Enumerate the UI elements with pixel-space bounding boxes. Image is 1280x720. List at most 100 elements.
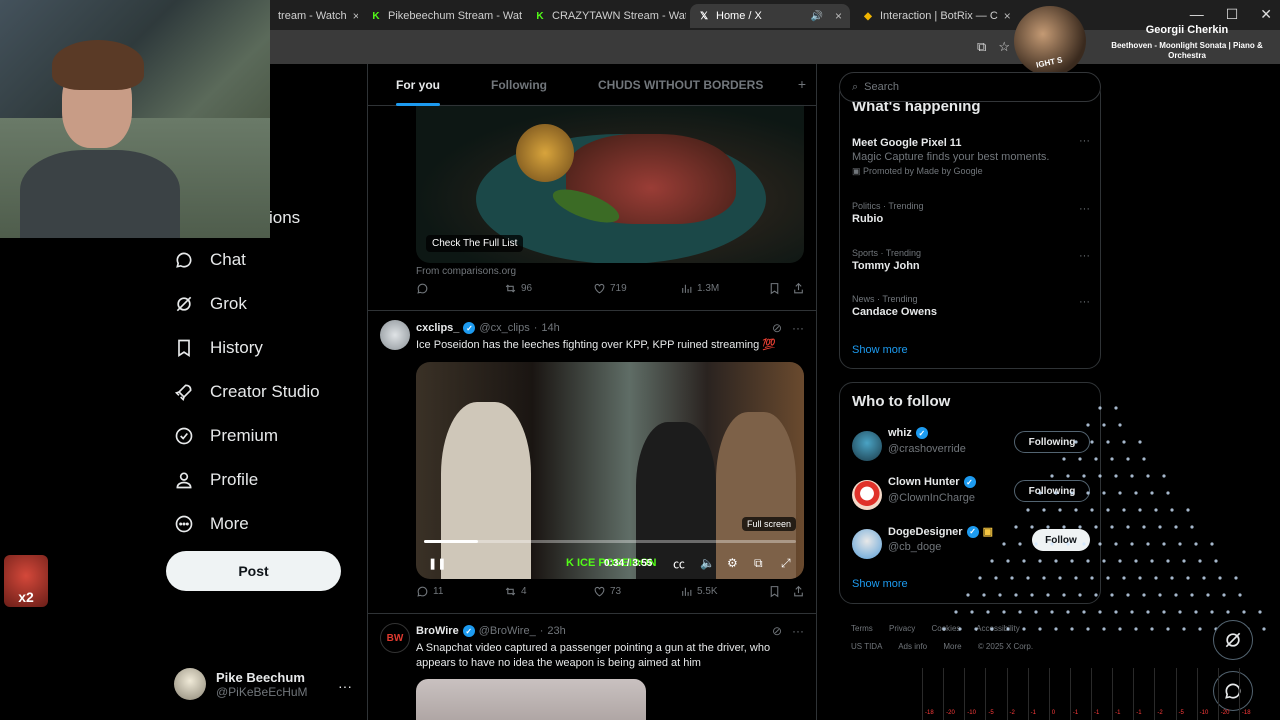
add-tab-icon[interactable]: +	[798, 76, 806, 92]
bookmark-star-icon[interactable]: ☆	[998, 39, 1010, 55]
share-icon[interactable]	[792, 585, 805, 598]
following-button[interactable]: Following	[1014, 431, 1090, 453]
show-more-link[interactable]: Show more	[852, 344, 908, 356]
retweet-button[interactable]: 96	[504, 282, 532, 295]
footer-link[interactable]: Privacy	[889, 624, 915, 633]
sidebar-item-premium[interactable]: Premium	[174, 426, 278, 446]
bookmark-icon[interactable]	[768, 282, 781, 295]
trend-item[interactable]: Meet Google Pixel 11 Magic Capture finds…	[852, 135, 1090, 177]
browser-tab[interactable]: K CRAZYTAWN Stream - Watc ×	[526, 4, 686, 28]
share-icon[interactable]	[792, 282, 805, 295]
reply-button[interactable]: 11	[416, 585, 443, 598]
fullscreen-icon[interactable]: ⤢	[781, 556, 791, 571]
decor-dot	[1150, 559, 1154, 563]
account-switcher[interactable]: Pike Beechum @PiKeBeEcHuM	[174, 668, 308, 700]
avatar[interactable]	[852, 529, 882, 559]
browser-tab[interactable]: ◆ Interaction | BotRix — C ×	[854, 4, 1014, 28]
footer-link[interactable]: More	[943, 642, 961, 651]
sidebar-item-chat[interactable]: Chat	[174, 250, 246, 270]
more-dots-icon[interactable]: ···	[792, 624, 804, 638]
tab-for-you[interactable]: For you	[382, 64, 454, 106]
grok-float-button[interactable]	[1213, 620, 1253, 660]
trend-item[interactable]: Sports · Trending Tommy John ···	[852, 248, 1090, 272]
reply-icon[interactable]	[416, 282, 429, 295]
bookmark-icon[interactable]	[768, 585, 781, 598]
video-progress-bar[interactable]	[424, 540, 796, 543]
tab-close-icon[interactable]: ×	[353, 9, 358, 23]
trend-item[interactable]: Politics · Trending Rubio ···	[852, 201, 1090, 225]
user-name: whiz	[888, 427, 912, 439]
footer-link[interactable]: Cookies	[931, 624, 960, 633]
more-dots-icon[interactable]: ···	[1079, 203, 1090, 215]
tweet-author-name[interactable]: cxclips_	[416, 322, 459, 334]
more-dots-icon[interactable]: ···	[1079, 296, 1090, 308]
browser-tab[interactable]: tream - Watch ×	[270, 4, 358, 28]
views-button[interactable]: 5.5K	[680, 585, 718, 598]
show-more-link[interactable]: Show more	[852, 578, 908, 590]
footer-link[interactable]: Ads info	[898, 642, 927, 651]
more-dots-icon[interactable]: ···	[1079, 250, 1090, 262]
browser-tab[interactable]: K Pikebeechum Stream - Watc ×	[362, 4, 522, 28]
cast-icon[interactable]: ⧉	[977, 39, 986, 55]
ad-source-link[interactable]: From comparisons.org	[416, 266, 516, 277]
speaker-icon[interactable]: 🔊	[811, 11, 823, 22]
settings-gear-icon[interactable]: ⚙	[727, 556, 738, 570]
more-dots-icon[interactable]: ···	[1079, 135, 1090, 147]
tweet-media-image[interactable]	[416, 679, 646, 720]
decor-dot	[1150, 491, 1154, 495]
pip-icon[interactable]: ⧉	[754, 556, 763, 571]
avatar[interactable]	[380, 320, 410, 350]
tweet-author-handle[interactable]: @BroWire_	[479, 625, 536, 637]
following-button[interactable]: Following	[1014, 480, 1090, 502]
sidebar-item-profile[interactable]: Profile	[174, 470, 258, 490]
verified-icon: ✓	[463, 322, 476, 334]
tab-following[interactable]: Following	[477, 64, 561, 106]
decor-dot	[1134, 559, 1138, 563]
sidebar-item-history[interactable]: History	[174, 338, 263, 358]
sidebar-item-grok[interactable]: Grok	[174, 294, 247, 314]
suggested-user[interactable]: Clown Hunter ✓ @ClownInCharge Following	[852, 476, 1090, 512]
views-button[interactable]: 1.3M	[680, 282, 719, 295]
video-player[interactable]: Full screen ❚❚ K ICE POSEIDON 0:34 / 3:5…	[416, 362, 804, 579]
post-button[interactable]: Post	[166, 551, 341, 591]
like-button[interactable]: 719	[593, 282, 627, 295]
retweet-count: 96	[521, 282, 533, 294]
volume-icon[interactable]: 🔈	[700, 556, 715, 570]
browser-tab-active[interactable]: 𝕏 Home / X 🔊 ×	[690, 4, 850, 28]
avatar[interactable]	[852, 480, 882, 510]
footer-link[interactable]: Terms	[851, 624, 873, 633]
sidebar-item-creator-studio[interactable]: Creator Studio	[174, 382, 320, 402]
tab-close-icon[interactable]: ×	[835, 9, 842, 23]
trend-item[interactable]: News · Trending Candace Owens ···	[852, 294, 1090, 318]
decor-dot	[1182, 627, 1186, 631]
suggested-user[interactable]: DogeDesigner ✓ ▣ @cb_doge Follow	[852, 525, 1090, 561]
grok-icon[interactable]: ⊘	[772, 321, 782, 335]
ad-image[interactable]: Check The Full List	[416, 104, 804, 263]
pause-icon[interactable]: ❚❚	[428, 557, 446, 570]
suggested-user[interactable]: whiz ✓ @crashoverride Following	[852, 427, 1090, 463]
sidebar-item-more[interactable]: More	[174, 514, 249, 534]
captions-icon[interactable]: ㏄	[673, 555, 685, 572]
tweet-author-name[interactable]: BroWire	[416, 625, 459, 637]
decor-dot	[1130, 474, 1134, 478]
avatar[interactable]: BW	[380, 623, 410, 653]
tweet-author-handle[interactable]: @cx_clips	[479, 322, 529, 334]
follow-button[interactable]: Follow	[1032, 529, 1090, 551]
grok-icon[interactable]: ⊘	[772, 624, 782, 638]
more-dots-icon[interactable]: ···	[338, 678, 352, 694]
tweet-time[interactable]: 23h	[547, 625, 565, 637]
search-input[interactable]: ⌕ Search	[839, 72, 1101, 102]
tab-close-icon[interactable]: ×	[1004, 9, 1011, 23]
ad-image-label[interactable]: Check The Full List	[426, 235, 524, 252]
tweet-time[interactable]: 14h	[541, 322, 559, 334]
tab-chuds-without-borders[interactable]: CHUDS WITHOUT BORDERS	[584, 64, 777, 106]
footer-link[interactable]: Accessibility	[976, 624, 1020, 633]
sidebar-item-partial-label[interactable]: ions	[269, 208, 300, 228]
more-dots-icon[interactable]: ···	[792, 321, 804, 335]
footer-link[interactable]: US TIDA	[851, 642, 882, 651]
avatar[interactable]	[852, 431, 882, 461]
retweet-button[interactable]: 4	[504, 585, 527, 598]
like-button[interactable]: 73	[593, 585, 621, 598]
sidebar-item-label: Creator Studio	[210, 382, 320, 401]
meter-channel: -18	[922, 668, 941, 720]
